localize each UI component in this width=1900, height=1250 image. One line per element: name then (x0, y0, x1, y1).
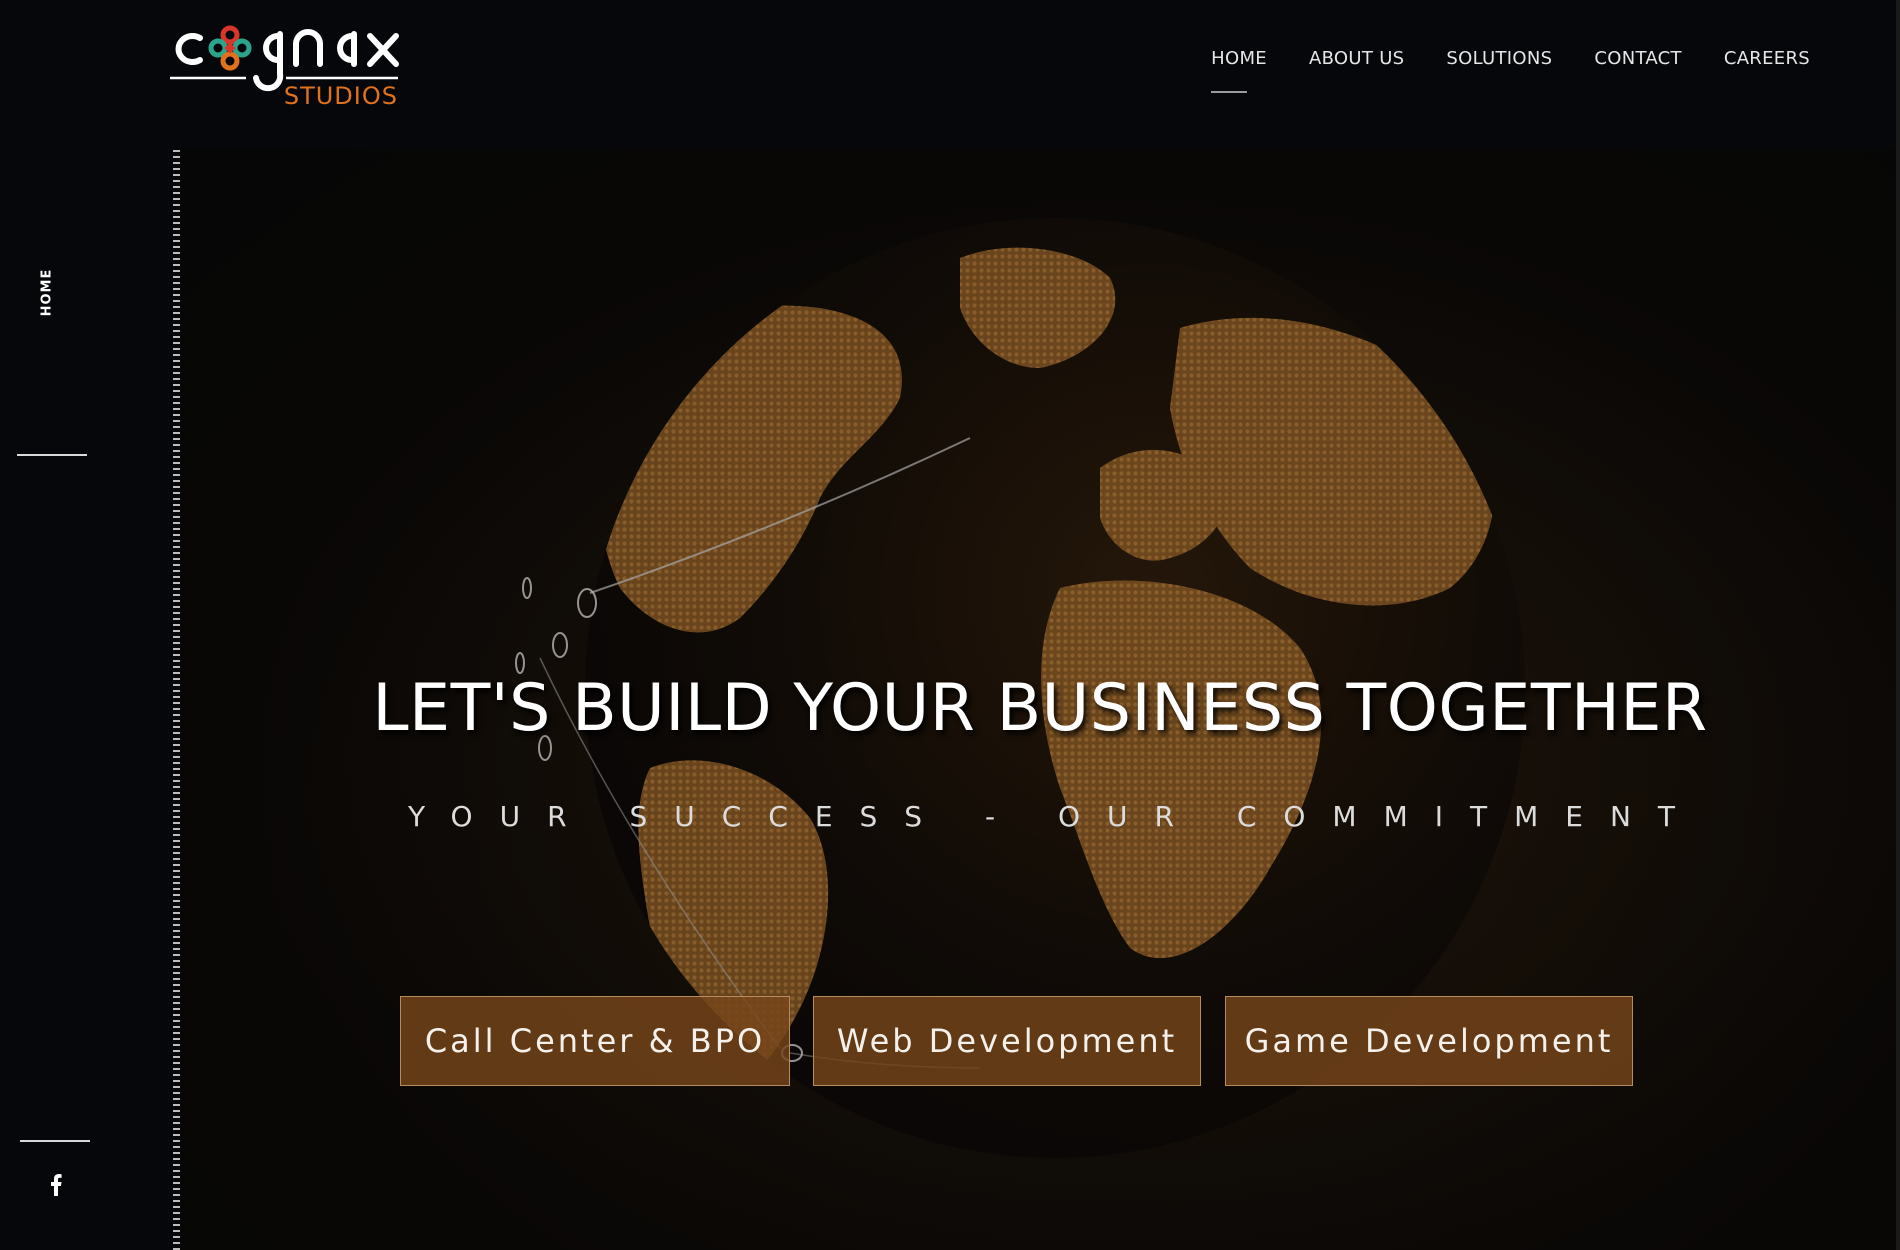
site-header: STUDIOS HOME ABOUT US SOLUTIONS CONTACT … (0, 0, 1900, 148)
web-development-button[interactable]: Web Development (813, 996, 1201, 1086)
nav-careers[interactable]: CAREERS (1724, 48, 1810, 69)
sidebar-divider-top (17, 454, 87, 456)
nav-solutions[interactable]: SOLUTIONS (1446, 48, 1552, 69)
sidebar-section-label: HOME (39, 268, 55, 316)
hero-title: LET'S BUILD YOUR BUSINESS TOGETHER (372, 671, 1708, 746)
facebook-icon[interactable] (44, 1170, 68, 1200)
hero-section: LET'S BUILD YOUR BUSINESS TOGETHER YOUR … (180, 148, 1900, 1250)
main-nav: HOME ABOUT US SOLUTIONS CONTACT CAREERS (1211, 48, 1810, 93)
sidebar-section-home[interactable]: HOME (30, 262, 64, 322)
scroll-progress-rule (173, 150, 180, 1250)
left-sidebar: HOME (0, 0, 170, 1250)
window-edge (1896, 0, 1900, 1250)
hero-subtitle: YOUR SUCCESS - OUR COMMITMENT (407, 800, 1703, 833)
game-development-button[interactable]: Game Development (1225, 996, 1633, 1086)
nav-contact[interactable]: CONTACT (1594, 48, 1681, 69)
logo-studios-text: STUDIOS (284, 82, 398, 110)
nav-home[interactable]: HOME (1211, 48, 1267, 93)
cognax-logo[interactable]: STUDIOS (166, 14, 466, 114)
sidebar-divider-bottom (20, 1140, 90, 1142)
nav-about-us[interactable]: ABOUT US (1309, 48, 1404, 69)
call-center-bpo-button[interactable]: Call Center & BPO (400, 996, 790, 1086)
